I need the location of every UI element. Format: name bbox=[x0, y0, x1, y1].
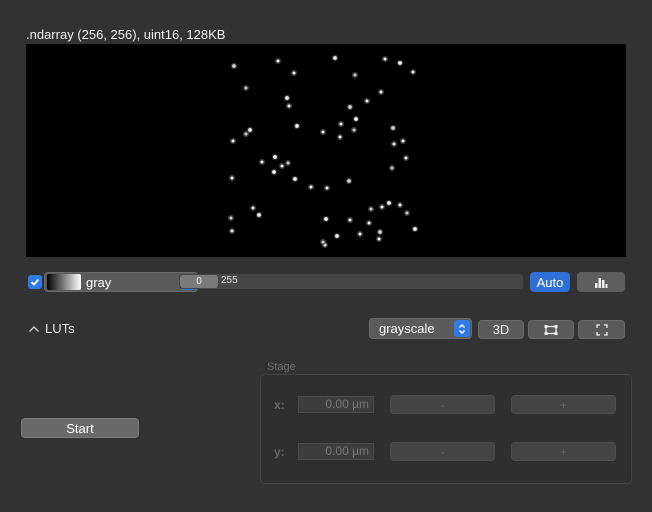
up-down-chevron-icon bbox=[454, 320, 470, 337]
fluorescent-spot bbox=[286, 161, 290, 165]
fluorescent-spot bbox=[325, 186, 329, 190]
histogram-icon bbox=[595, 278, 608, 288]
fluorescent-spot bbox=[244, 86, 248, 90]
stage-y-plus-button[interactable]: + bbox=[511, 442, 616, 461]
chevron-up-icon bbox=[29, 325, 39, 332]
roi-rectangle-icon bbox=[544, 324, 558, 335]
fluorescent-spot bbox=[276, 59, 280, 63]
fluorescent-spot bbox=[365, 99, 369, 103]
fluorescent-spot bbox=[378, 230, 382, 234]
channel-mode-select[interactable]: grayscale bbox=[369, 318, 472, 339]
fluorescent-spot bbox=[339, 122, 343, 126]
fluorescent-spot bbox=[387, 201, 391, 205]
channel-mode-value: grayscale bbox=[379, 321, 435, 336]
luts-label: LUTs bbox=[45, 321, 75, 336]
fluorescent-spot bbox=[404, 156, 408, 160]
fluorescent-spot bbox=[292, 71, 296, 75]
stage-y-minus-button[interactable]: - bbox=[390, 442, 495, 461]
fluorescent-spot bbox=[285, 96, 289, 100]
fluorescent-spot bbox=[257, 213, 261, 217]
fluorescent-spot bbox=[333, 56, 337, 60]
stage-y-field[interactable]: 0.00 µm bbox=[298, 443, 374, 460]
fluorescent-spot bbox=[379, 90, 383, 94]
fluorescent-spot bbox=[272, 170, 276, 174]
histogram-button[interactable] bbox=[577, 272, 625, 292]
fluorescent-spot bbox=[352, 128, 356, 132]
fluorescent-spot bbox=[321, 240, 325, 244]
stage-group-title: Stage bbox=[267, 361, 296, 373]
3d-view-button[interactable]: 3D bbox=[478, 320, 524, 339]
microscopy-image bbox=[227, 54, 419, 249]
fluorescent-spot bbox=[248, 128, 252, 132]
fluorescent-spot bbox=[401, 139, 405, 143]
reset-zoom-button[interactable] bbox=[578, 320, 625, 339]
luts-section-toggle[interactable]: LUTs bbox=[28, 321, 75, 336]
fluorescent-spot bbox=[367, 221, 371, 225]
fluorescent-spot bbox=[229, 216, 233, 220]
app-window: .ndarray (256, 256), uint16, 128KB gray … bbox=[0, 0, 652, 512]
auto-contrast-button[interactable]: Auto bbox=[530, 272, 570, 292]
fluorescent-spot bbox=[273, 155, 277, 159]
fluorescent-spot bbox=[348, 218, 352, 222]
fluorescent-spot bbox=[295, 124, 299, 128]
fluorescent-spot bbox=[324, 217, 328, 221]
fullscreen-icon bbox=[595, 323, 608, 336]
array-info-label: .ndarray (256, 256), uint16, 128KB bbox=[26, 27, 226, 42]
stage-x-plus-button[interactable]: + bbox=[511, 395, 616, 414]
fluorescent-spot bbox=[411, 70, 415, 74]
fluorescent-spot bbox=[347, 179, 351, 183]
stage-x-minus-button[interactable]: - bbox=[390, 395, 495, 414]
fluorescent-spot bbox=[358, 232, 362, 236]
fluorescent-spot bbox=[383, 57, 387, 61]
contrast-range-slider[interactable]: 0 255 bbox=[179, 274, 523, 289]
fluorescent-spot bbox=[335, 234, 339, 238]
fluorescent-spot bbox=[251, 206, 255, 210]
fluorescent-spot bbox=[398, 61, 402, 65]
stage-group: x: 0.00 µm - + y: 0.00 µm - + bbox=[260, 374, 632, 484]
fluorescent-spot bbox=[230, 229, 234, 233]
fluorescent-spot bbox=[230, 176, 234, 180]
fluorescent-spot bbox=[348, 105, 352, 109]
fluorescent-spot bbox=[377, 237, 381, 241]
fluorescent-spot bbox=[287, 104, 291, 108]
fluorescent-spot bbox=[413, 227, 417, 231]
checkmark-icon bbox=[30, 278, 40, 286]
stage-x-label: x: bbox=[274, 398, 285, 412]
fluorescent-spot bbox=[398, 203, 402, 207]
fluorescent-spot bbox=[338, 135, 342, 139]
fluorescent-spot bbox=[260, 160, 264, 164]
fluorescent-spot bbox=[391, 126, 395, 130]
fluorescent-spot bbox=[353, 73, 357, 77]
fluorescent-spot bbox=[380, 205, 384, 209]
fluorescent-spot bbox=[354, 117, 358, 121]
fluorescent-spot bbox=[392, 142, 396, 146]
fluorescent-spot bbox=[369, 207, 373, 211]
visibility-checkbox[interactable] bbox=[28, 275, 42, 289]
fluorescent-spot bbox=[244, 132, 248, 136]
fluorescent-spot bbox=[321, 130, 325, 134]
stage-x-field[interactable]: 0.00 µm bbox=[298, 396, 374, 413]
fluorescent-spot bbox=[390, 166, 394, 170]
colormap-name: gray bbox=[86, 275, 112, 290]
fluorescent-spot bbox=[405, 211, 409, 215]
fluorescent-spot bbox=[231, 139, 235, 143]
image-canvas[interactable] bbox=[26, 44, 626, 257]
clim-min-handle[interactable]: 0 bbox=[180, 275, 218, 288]
colormap-select[interactable]: gray bbox=[44, 272, 198, 292]
roi-button[interactable] bbox=[528, 320, 574, 339]
stage-y-label: y: bbox=[274, 445, 285, 459]
fluorescent-spot bbox=[293, 177, 297, 181]
colormap-swatch bbox=[47, 274, 81, 290]
start-button[interactable]: Start bbox=[21, 418, 139, 438]
clim-max-label: 255 bbox=[221, 275, 238, 286]
fluorescent-spot bbox=[309, 185, 313, 189]
fluorescent-spot bbox=[280, 164, 284, 168]
fluorescent-spot bbox=[232, 64, 236, 68]
lut-control-row: gray 0 255 Auto bbox=[26, 271, 626, 293]
